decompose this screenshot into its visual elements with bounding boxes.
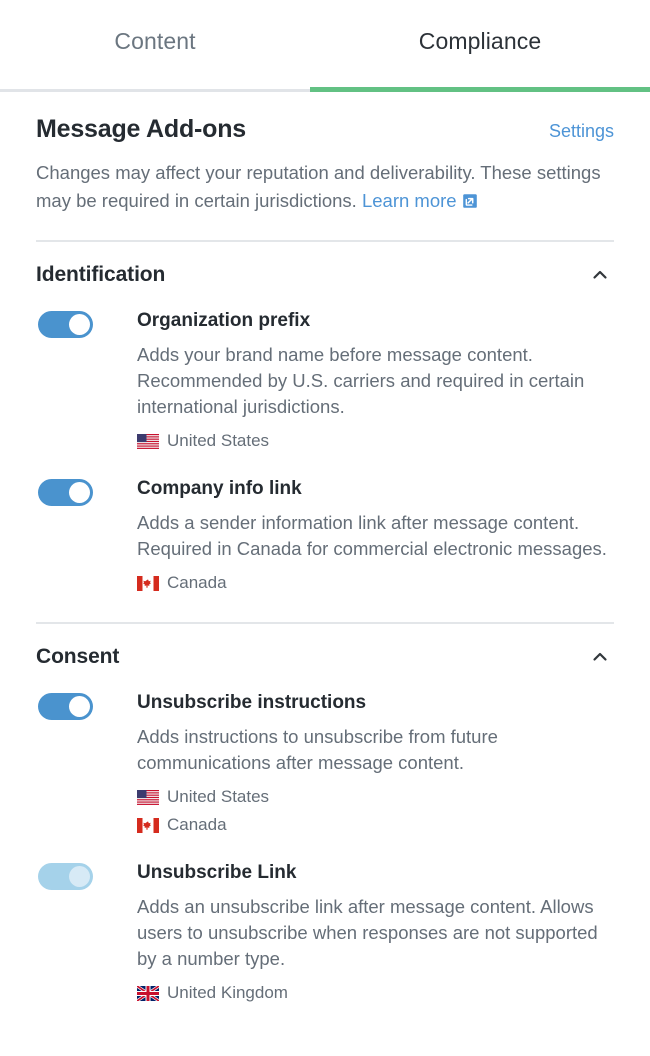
addon-description: Adds your brand name before message cont… bbox=[137, 344, 585, 417]
addon-title: Unsubscribe Link bbox=[137, 862, 297, 883]
section-title: Consent bbox=[36, 645, 120, 668]
toggle-knob bbox=[69, 314, 90, 335]
addon-body: Unsubscribe instructions Adds instructio… bbox=[137, 691, 614, 839]
addon-body: Company info link Adds a sender informat… bbox=[137, 477, 614, 597]
section-identification: Identification Organization prefix Adds … bbox=[36, 242, 614, 597]
section-header[interactable]: Identification bbox=[36, 242, 614, 287]
addon-body: Unsubscribe Link Adds an unsubscribe lin… bbox=[137, 861, 614, 1007]
flag-ca-icon bbox=[137, 817, 159, 833]
region-label: Canada bbox=[167, 573, 227, 592]
addon-row-organization-prefix: Organization prefix Adds your brand name… bbox=[36, 287, 614, 455]
section-consent: Consent Unsubscribe instructions Adds in… bbox=[36, 624, 614, 1007]
addon-title: Unsubscribe instructions bbox=[137, 692, 367, 713]
flag-us-icon bbox=[137, 789, 159, 805]
addon-row-company-info-link: Company info link Adds a sender informat… bbox=[36, 455, 614, 597]
toggle-organization-prefix[interactable] bbox=[38, 311, 93, 338]
flag-gb-icon bbox=[137, 985, 159, 1001]
addon-body: Organization prefix Adds your brand name… bbox=[137, 309, 614, 455]
region-item: United States bbox=[137, 427, 614, 455]
addon-description: Adds an unsubscribe link after message c… bbox=[137, 896, 598, 969]
addon-description: Adds a sender information link after mes… bbox=[137, 512, 607, 559]
settings-link[interactable]: Settings bbox=[549, 121, 614, 142]
toggle-knob bbox=[69, 696, 90, 717]
panel-description-text: Changes may affect your reputation and d… bbox=[36, 162, 601, 211]
addon-row-unsubscribe-link: Unsubscribe Link Adds an unsubscribe lin… bbox=[36, 839, 614, 1007]
addon-title: Company info link bbox=[137, 478, 302, 499]
region-list: Canada bbox=[137, 569, 614, 597]
flag-us-icon bbox=[137, 433, 159, 449]
region-item: Canada bbox=[137, 569, 614, 597]
addon-row-unsubscribe-instructions: Unsubscribe instructions Adds instructio… bbox=[36, 669, 614, 839]
region-list: United States Canada bbox=[137, 783, 614, 839]
region-list: United Kingdom bbox=[137, 979, 614, 1007]
toggle-unsubscribe-link[interactable] bbox=[38, 863, 93, 890]
section-header[interactable]: Consent bbox=[36, 624, 614, 669]
region-list: United States bbox=[137, 427, 614, 455]
panel-header: Message Add-ons Settings bbox=[36, 92, 614, 144]
addon-title: Organization prefix bbox=[137, 310, 311, 331]
tab-content[interactable]: Content bbox=[0, 0, 310, 92]
region-label: Canada bbox=[167, 815, 227, 834]
chevron-up-icon[interactable] bbox=[590, 265, 610, 285]
chevron-up-icon[interactable] bbox=[590, 647, 610, 667]
region-item: United Kingdom bbox=[137, 979, 614, 1007]
toggle-knob bbox=[69, 482, 90, 503]
flag-ca-icon bbox=[137, 575, 159, 591]
tab-bar: Content Compliance bbox=[0, 0, 650, 92]
region-label: United States bbox=[167, 787, 270, 806]
learn-more-label: Learn more bbox=[361, 190, 457, 211]
addon-description: Adds instructions to unsubscribe from fu… bbox=[137, 726, 498, 773]
section-title: Identification bbox=[36, 263, 166, 286]
tab-label: Content bbox=[114, 27, 196, 54]
toggle-knob bbox=[69, 866, 90, 887]
region-label: United States bbox=[167, 431, 270, 450]
toggle-company-info-link[interactable] bbox=[38, 479, 93, 506]
learn-more-link[interactable]: Learn more bbox=[362, 190, 478, 211]
region-label: United Kingdom bbox=[167, 983, 288, 1002]
panel-description: Changes may affect your reputation and d… bbox=[36, 159, 614, 215]
external-link-icon bbox=[462, 189, 478, 208]
tab-label: Compliance bbox=[418, 27, 542, 54]
region-item: United States bbox=[137, 783, 614, 811]
page-title: Message Add-ons bbox=[36, 115, 247, 143]
tab-compliance[interactable]: Compliance bbox=[310, 0, 650, 92]
region-item: Canada bbox=[137, 811, 614, 839]
compliance-panel: Message Add-ons Settings Changes may aff… bbox=[0, 92, 650, 1007]
toggle-unsubscribe-instructions[interactable] bbox=[38, 693, 93, 720]
